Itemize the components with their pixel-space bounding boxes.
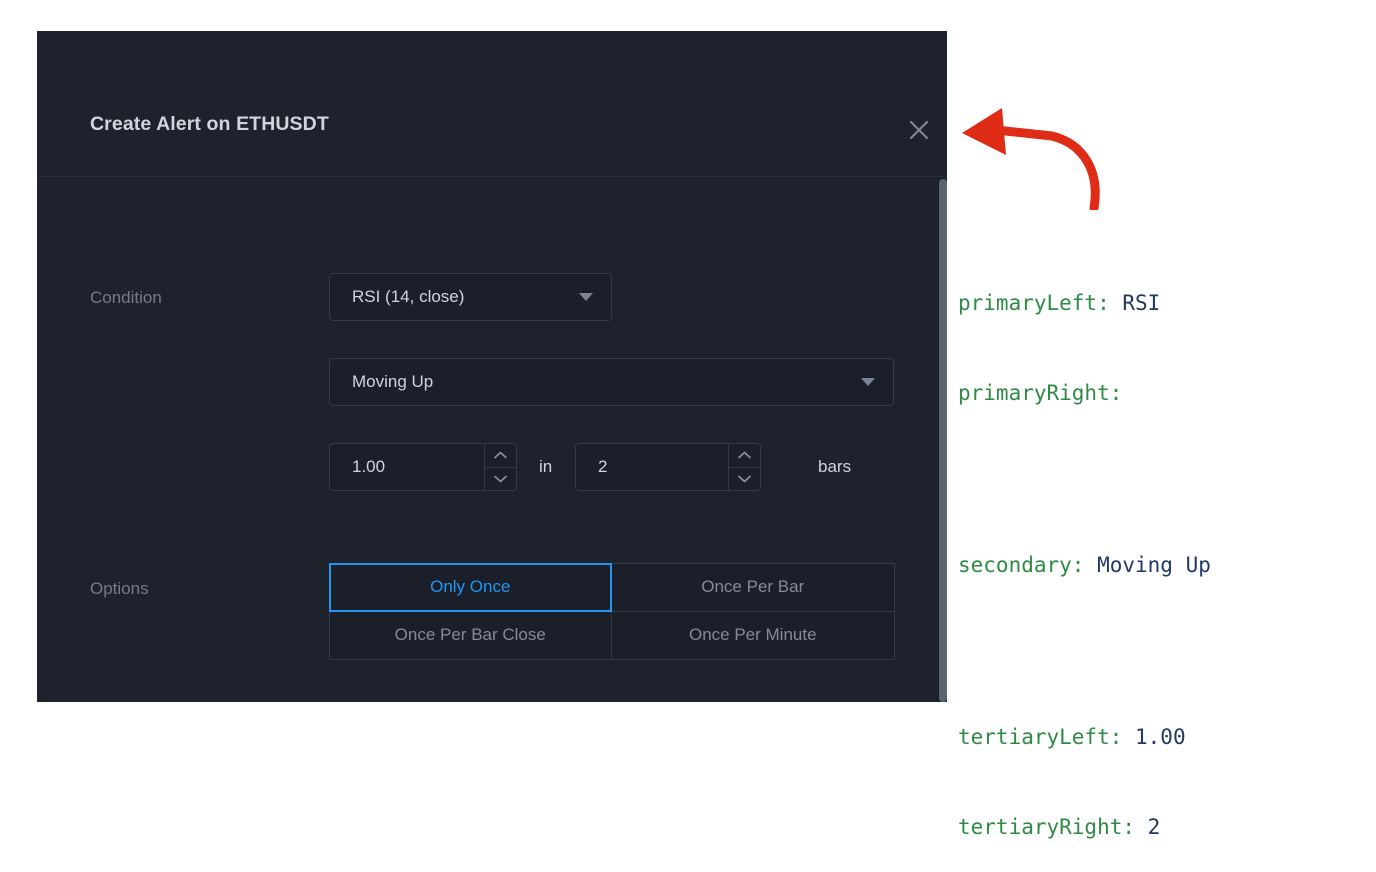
annotation-value-primary-left: RSI [1122,291,1161,315]
dialog-scrollbar[interactable] [938,179,947,702]
tertiary-left-increment-button[interactable] [485,444,516,468]
tertiary-right-stepper[interactable]: 2 [575,443,761,491]
chevron-down-icon [579,293,593,301]
close-button[interactable] [899,110,939,150]
chevron-up-icon [494,451,507,459]
annotation-value-secondary: Moving Up [1097,553,1211,577]
condition-label: Condition [90,288,162,307]
annotation-spacer [958,640,1211,662]
options-grid: Only Once Once Per Bar Once Per Bar Clos… [328,562,895,660]
dialog-title: Create Alert on ETHUSDT [90,113,329,135]
condition-secondary-select[interactable]: Moving Up [329,358,894,406]
curved-arrow-pointing-left-icon [962,108,1100,210]
in-word-label: in [539,457,553,476]
annotation-line-secondary: secondary: Moving Up [958,550,1211,580]
tertiary-right-decrement-button[interactable] [729,468,760,491]
tertiary-left-stepper[interactable]: 1.00 [329,443,517,491]
annotation-value-tertiary-left: 1.00 [1135,725,1186,749]
annotation-key-tertiary-left: tertiaryLeft: [958,725,1136,749]
close-icon [909,120,929,140]
condition-secondary-value: Moving Up [352,372,434,391]
annotation-line-tertiary-left: tertiaryLeft: 1.00 [958,722,1211,752]
annotation-key-secondary: secondary: [958,553,1098,577]
annotation-line-primary-left: primaryLeft: RSI [958,288,1211,318]
tertiary-right-increment-button[interactable] [729,444,760,468]
dialog-header: Create Alert on ETHUSDT [37,31,947,177]
option-once-per-minute[interactable]: Once Per Minute [611,610,895,660]
tertiary-right-value: 2 [598,457,608,476]
chevron-down-icon [494,475,507,483]
annotation-spacer [958,468,1211,490]
tertiary-right-input[interactable]: 2 [575,443,728,491]
chevron-down-icon [738,475,751,483]
option-only-once[interactable]: Only Once [328,562,612,612]
annotation-key-primary-right: primaryRight: [958,381,1136,405]
annotation-value-tertiary-right: 2 [1147,815,1161,839]
option-once-per-bar-close[interactable]: Once Per Bar Close [328,610,612,660]
tertiary-right-spinner[interactable] [728,443,761,491]
bars-word-label: bars [818,457,852,476]
annotation-text-block: primaryLeft: RSI primaryRight: secondary… [958,228,1211,872]
dialog-body: Condition RSI (14, close) Moving Up 1.00 [37,178,947,702]
options-label: Options [90,579,149,598]
condition-primary-select[interactable]: RSI (14, close) [329,273,612,321]
condition-primary-value: RSI (14, close) [352,287,465,306]
chevron-up-icon [738,451,751,459]
tertiary-left-spinner[interactable] [484,443,517,491]
tertiary-left-decrement-button[interactable] [485,468,516,491]
annotation-line-primary-right: primaryRight: [958,378,1211,408]
chevron-down-icon [861,378,875,386]
annotation-line-tertiary-right: tertiaryRight: 2 [958,812,1211,842]
create-alert-dialog: Create Alert on ETHUSDT Condition RSI (1… [37,31,947,702]
dialog-scrollbar-thumb[interactable] [939,179,947,702]
tertiary-left-input[interactable]: 1.00 [329,443,484,491]
annotation-key-primary-left: primaryLeft: [958,291,1123,315]
option-once-per-bar[interactable]: Once Per Bar [611,562,895,612]
annotation-key-tertiary-right: tertiaryRight: [958,815,1148,839]
tertiary-left-value: 1.00 [352,457,386,476]
